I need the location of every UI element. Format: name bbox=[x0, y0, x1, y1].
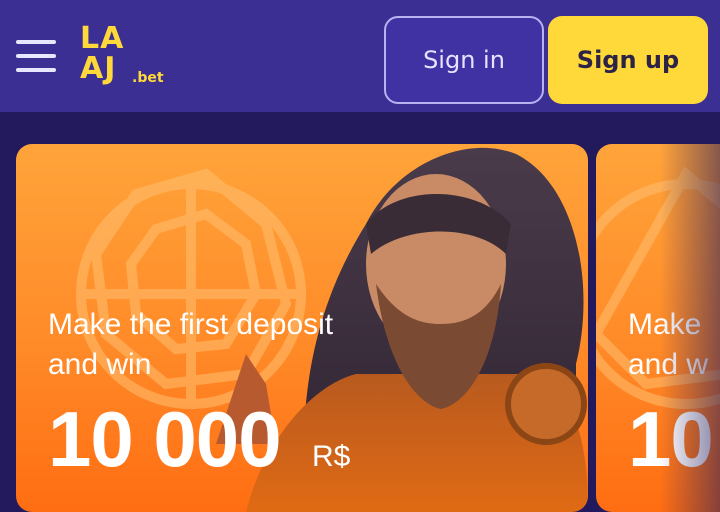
menu-bar bbox=[16, 40, 56, 44]
sign-in-button[interactable]: Sign in bbox=[384, 16, 544, 104]
logo-tld: .bet bbox=[132, 70, 164, 86]
promo-currency: R$ bbox=[312, 440, 351, 473]
promo-banner-next[interactable]: Make and w 10 bbox=[596, 144, 720, 512]
menu-bar bbox=[16, 68, 56, 72]
menu-bar bbox=[16, 54, 56, 58]
promo-text-line-1: Make the first deposit bbox=[48, 308, 334, 341]
promo-text-line-1: Make bbox=[628, 308, 702, 341]
sign-up-button[interactable]: Sign up bbox=[548, 16, 708, 104]
promo-text-line-2: and win bbox=[48, 348, 152, 381]
logo-line-2: AJ bbox=[80, 51, 117, 86]
top-header: LA AJ .bet Sign in Sign up bbox=[0, 0, 720, 112]
menu-icon[interactable] bbox=[16, 38, 56, 74]
logo-line-1: LA bbox=[80, 21, 125, 56]
promo-amount: 10 bbox=[628, 395, 714, 483]
site-logo[interactable]: LA AJ .bet bbox=[80, 24, 170, 88]
promo-banner[interactable]: Make the first deposit and win 10 000 R$ bbox=[16, 144, 588, 512]
promo-amount: 10 000 bbox=[48, 395, 282, 483]
promo-text-line-2: and w bbox=[628, 348, 709, 381]
